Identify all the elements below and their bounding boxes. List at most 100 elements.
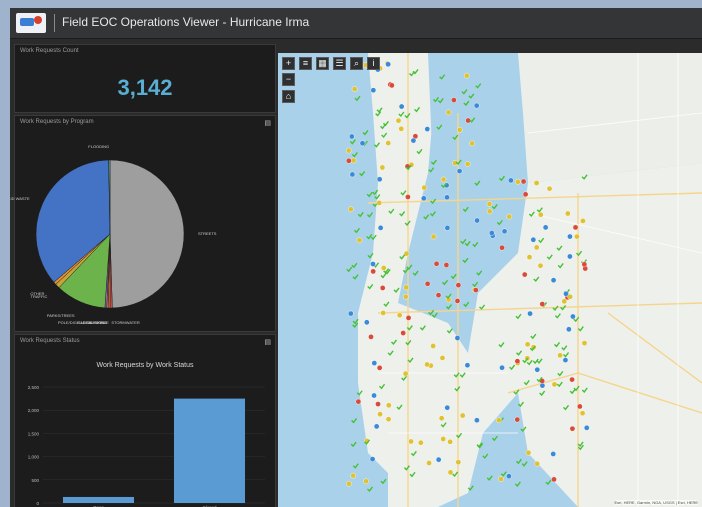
pin-marker-icon[interactable] [561, 298, 568, 305]
pin-marker-icon[interactable] [550, 451, 557, 457]
pin-marker-icon[interactable] [533, 180, 540, 186]
check-marker-icon[interactable] [372, 189, 379, 196]
pin-marker-icon[interactable] [537, 262, 544, 269]
check-marker-icon[interactable] [496, 219, 503, 226]
check-marker-icon[interactable] [380, 478, 387, 485]
pin-marker-icon[interactable] [369, 456, 376, 462]
pin-marker-icon[interactable] [349, 171, 356, 178]
pin-marker-icon[interactable] [430, 343, 436, 349]
pin-marker-icon[interactable] [506, 473, 512, 479]
pin-marker-icon[interactable] [444, 404, 451, 411]
pin-marker-icon[interactable] [350, 157, 357, 164]
pin-marker-icon[interactable] [371, 360, 378, 366]
bar-open[interactable] [62, 496, 135, 503]
pin-marker-icon[interactable] [377, 411, 383, 417]
pin-marker-icon[interactable] [346, 480, 352, 487]
check-marker-icon[interactable] [545, 479, 552, 486]
pin-marker-icon[interactable] [496, 417, 502, 424]
pin-marker-icon[interactable] [455, 282, 462, 288]
pin-marker-icon[interactable] [385, 61, 391, 68]
pin-marker-icon[interactable] [459, 412, 466, 419]
pin-marker-icon[interactable] [583, 424, 590, 431]
pin-marker-icon[interactable] [439, 355, 446, 361]
check-marker-icon[interactable] [346, 266, 353, 273]
pin-marker-icon[interactable] [396, 312, 403, 318]
pin-marker-icon[interactable] [435, 456, 442, 463]
check-marker-icon[interactable] [469, 117, 476, 123]
pin-marker-icon[interactable] [525, 449, 532, 456]
pin-marker-icon[interactable] [572, 224, 579, 231]
pin-marker-icon[interactable] [550, 277, 557, 283]
check-marker-icon[interactable] [514, 481, 521, 488]
pie-chart[interactable] [15, 116, 275, 331]
check-marker-icon[interactable] [351, 418, 358, 424]
pin-marker-icon[interactable] [347, 310, 354, 317]
pin-marker-icon[interactable] [474, 417, 480, 424]
bar-closed[interactable] [173, 398, 246, 503]
check-marker-icon[interactable] [350, 441, 357, 448]
pin-marker-icon[interactable] [456, 127, 463, 133]
pin-marker-icon[interactable] [447, 438, 453, 445]
pin-marker-icon[interactable] [375, 401, 381, 407]
check-marker-icon[interactable] [463, 301, 470, 308]
pin-marker-icon[interactable] [363, 478, 369, 485]
pin-marker-icon[interactable] [526, 254, 533, 260]
pin-marker-icon[interactable] [486, 208, 493, 215]
pin-marker-icon[interactable] [370, 87, 377, 94]
pin-marker-icon[interactable] [424, 361, 430, 368]
check-marker-icon[interactable] [445, 293, 452, 300]
pin-marker-icon[interactable] [464, 161, 471, 167]
pin-marker-icon[interactable] [355, 398, 362, 405]
info-icon[interactable]: i [367, 57, 380, 70]
pin-marker-icon[interactable] [408, 438, 414, 445]
pin-marker-icon[interactable] [444, 225, 451, 231]
pin-marker-icon[interactable] [418, 439, 424, 446]
pin-marker-icon[interactable] [376, 176, 383, 183]
pin-marker-icon[interactable] [345, 147, 352, 154]
pin-marker-icon[interactable] [499, 244, 505, 251]
check-marker-icon[interactable] [351, 262, 358, 269]
check-marker-icon[interactable] [366, 212, 374, 218]
pin-marker-icon[interactable] [557, 352, 563, 359]
check-marker-icon[interactable] [351, 151, 358, 158]
pin-marker-icon[interactable] [370, 261, 376, 267]
pin-marker-icon[interactable] [567, 253, 573, 260]
pin-marker-icon[interactable] [533, 244, 540, 251]
pin-marker-icon[interactable] [346, 157, 352, 164]
pin-marker-icon[interactable] [521, 271, 528, 278]
pin-marker-icon[interactable] [377, 225, 384, 231]
pin-marker-icon[interactable] [514, 358, 521, 364]
check-marker-icon[interactable] [412, 270, 419, 277]
check-marker-icon[interactable] [498, 175, 505, 182]
check-marker-icon[interactable] [352, 318, 359, 325]
pin-marker-icon[interactable] [527, 310, 533, 317]
pin-marker-icon[interactable] [501, 228, 508, 235]
pin-marker-icon[interactable] [440, 176, 447, 183]
pin-marker-icon[interactable] [385, 416, 392, 422]
check-marker-icon[interactable] [352, 463, 359, 469]
pin-marker-icon[interactable] [347, 206, 354, 213]
check-marker-icon[interactable] [354, 95, 361, 102]
pin-marker-icon[interactable] [562, 357, 569, 363]
pin-marker-icon[interactable] [373, 423, 380, 430]
pin-marker-icon[interactable] [486, 201, 493, 207]
pin-marker-icon[interactable] [350, 472, 356, 479]
pin-marker-icon[interactable] [438, 415, 445, 422]
layers-icon[interactable]: ≡ [299, 57, 312, 70]
pin-marker-icon[interactable] [379, 164, 386, 171]
search-icon[interactable]: ⌕ [350, 57, 363, 70]
pin-marker-icon[interactable] [581, 340, 588, 346]
pin-marker-icon[interactable] [385, 140, 392, 146]
pin-marker-icon[interactable] [430, 233, 437, 240]
pin-marker-icon[interactable] [473, 287, 479, 293]
check-marker-icon[interactable] [475, 83, 482, 89]
check-marker-icon[interactable] [463, 100, 470, 107]
check-marker-icon[interactable] [500, 471, 507, 477]
pin-marker-icon[interactable] [498, 476, 504, 482]
pin-marker-icon[interactable] [386, 402, 392, 409]
check-marker-icon[interactable] [452, 134, 459, 141]
check-marker-icon[interactable] [491, 435, 498, 442]
pin-marker-icon[interactable] [420, 195, 427, 202]
check-marker-icon[interactable] [352, 274, 359, 280]
pin-marker-icon[interactable] [424, 280, 431, 287]
